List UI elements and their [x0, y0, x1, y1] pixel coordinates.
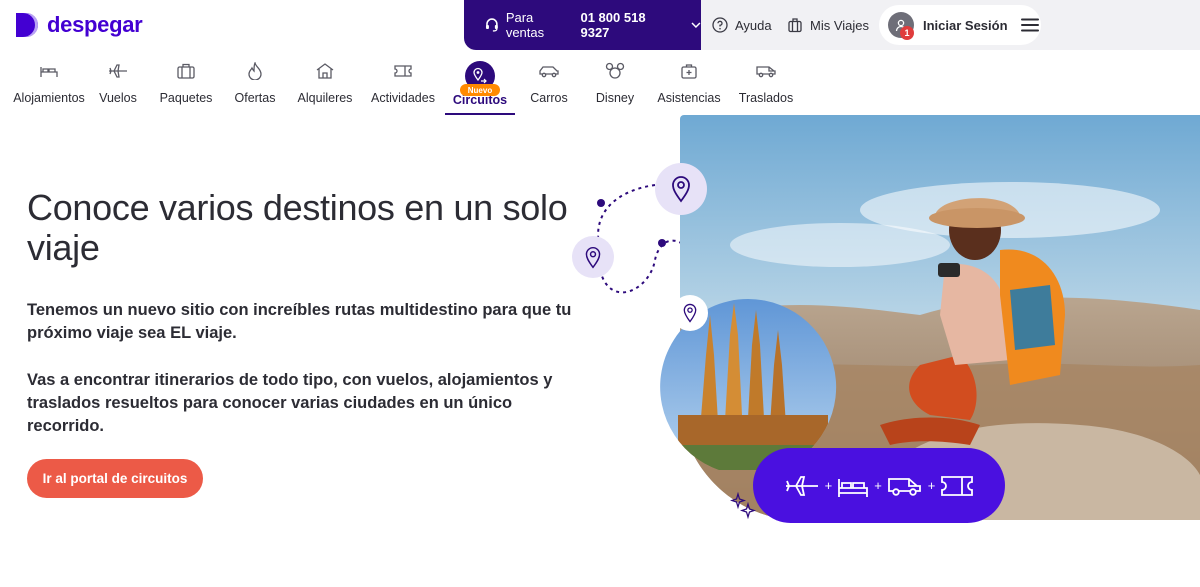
luggage-icon	[788, 18, 802, 33]
nav-label: Ofertas	[234, 91, 276, 105]
nav-item-circuitos[interactable]: Nuevo Circuitos	[452, 56, 508, 114]
house-icon	[315, 56, 335, 86]
despegar-logo-icon	[16, 13, 38, 37]
nav-label: Alojamientos	[13, 91, 85, 105]
sales-phone: 01 800 518 9327	[580, 10, 646, 40]
nav-item-paquetes[interactable]: Paquetes	[159, 56, 213, 114]
product-nav: Alojamientos Vuelos Paquetes Ofertas Alq…	[0, 56, 1200, 116]
nav-item-ofertas[interactable]: Ofertas	[233, 56, 277, 114]
hero-paragraph-1: Tenemos un nuevo sitio con increíbles ru…	[27, 301, 572, 342]
nav-item-traslados[interactable]: Traslados	[739, 56, 793, 114]
sparkle-icon	[730, 492, 757, 520]
nav-item-asistencias[interactable]: Asistencias	[657, 56, 721, 114]
login-button[interactable]: 1 Iniciar Sesión	[879, 5, 1041, 45]
bed-icon	[39, 56, 59, 86]
nav-item-alojamientos[interactable]: Alojamientos	[13, 56, 85, 114]
login-label: Iniciar Sesión	[923, 17, 1008, 33]
nav-label: Vuelos	[99, 91, 137, 105]
new-badge: Nuevo	[460, 84, 500, 96]
avatar: 1	[888, 12, 914, 40]
nav-label: Actividades	[371, 91, 435, 105]
nav-item-carros[interactable]: Carros	[529, 56, 569, 114]
plane-icon	[785, 475, 818, 496]
plane-icon	[108, 56, 128, 86]
hero-illustration: + + +	[560, 110, 1200, 530]
nav-item-vuelos[interactable]: Vuelos	[97, 56, 139, 114]
nav-label: Disney	[595, 91, 635, 105]
sales-phone-dropdown[interactable]: Para ventas 01 800 518 9327	[464, 0, 701, 50]
bed-icon	[838, 478, 869, 497]
sales-label: Para ventas	[505, 10, 545, 40]
nav-item-alquileres[interactable]: Alquileres	[296, 56, 354, 114]
map-pin-icon	[655, 163, 707, 215]
nav-label: Paquetes	[159, 91, 213, 105]
notification-badge: 1	[900, 26, 914, 40]
my-trips-label: Mis Viajes	[810, 17, 870, 33]
question-circle-icon	[712, 17, 728, 33]
map-pin-icon	[572, 236, 614, 278]
flame-icon	[247, 56, 263, 86]
circuits-portal-button[interactable]: Ir al portal de circuitos	[27, 459, 203, 498]
help-link[interactable]: Ayuda	[712, 0, 772, 50]
brand-name: despegar	[47, 12, 143, 37]
mickey-icon	[605, 56, 625, 86]
top-header: despegar Para ventas 01 800 518 9327 Ayu…	[0, 0, 1200, 50]
van-icon	[755, 56, 777, 86]
hero-paragraph-2: Vas a encontrar itinerarios de todo tipo…	[27, 371, 553, 435]
nav-item-disney[interactable]: Disney	[595, 56, 635, 114]
chevron-down-icon	[691, 22, 701, 28]
hero-title: Conoce varios destinos en un solo viaje	[27, 187, 568, 268]
nav-item-actividades[interactable]: Actividades	[371, 56, 435, 114]
medical-kit-icon	[680, 56, 698, 86]
nav-label: Traslados	[738, 91, 794, 105]
nav-label: Asistencias	[657, 91, 721, 105]
ticket-icon	[393, 56, 413, 86]
map-pin-icon	[672, 295, 708, 331]
help-label: Ayuda	[735, 17, 772, 33]
hamburger-menu-icon	[1020, 18, 1039, 32]
nav-label: Carros	[530, 91, 568, 105]
suitcase-icon	[176, 56, 196, 86]
ticket-icon	[941, 475, 974, 496]
brand-logo[interactable]: despegar	[14, 10, 143, 40]
car-icon	[538, 56, 560, 86]
nav-label: Alquileres	[297, 91, 353, 105]
route-pin-icon: Nuevo	[460, 61, 500, 96]
trip-combo-badge: + + +	[753, 448, 1005, 523]
headset-icon	[485, 18, 498, 32]
my-trips-link[interactable]: Mis Viajes	[787, 0, 869, 50]
active-tab-indicator	[445, 113, 515, 115]
van-icon	[887, 477, 921, 496]
